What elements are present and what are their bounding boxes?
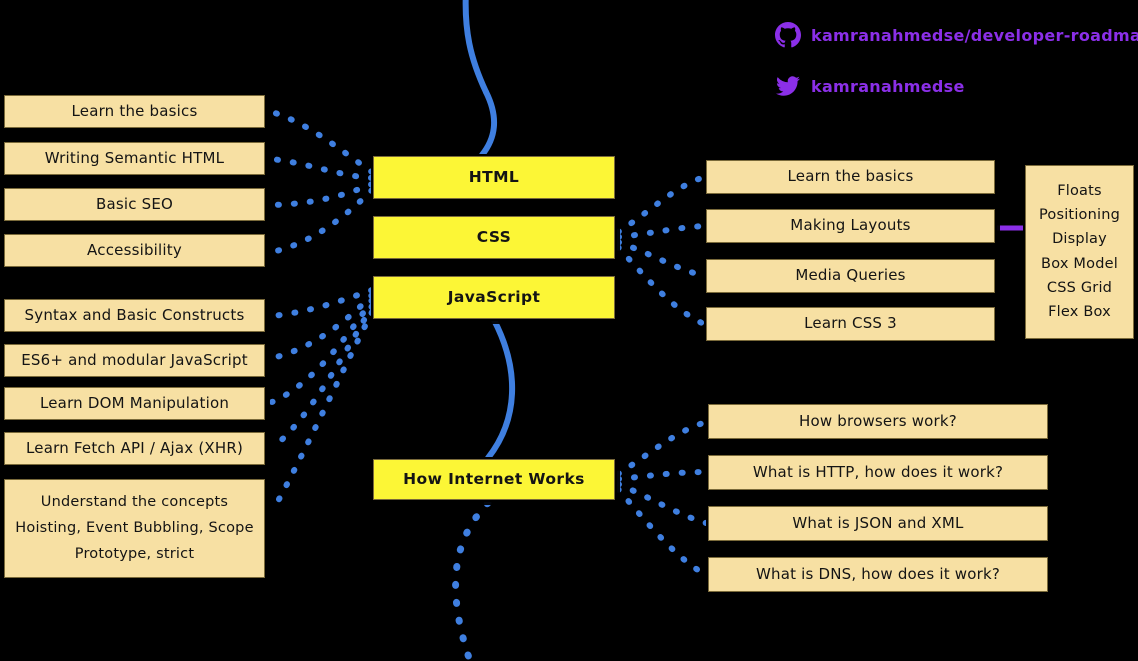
node-label: Learn Fetch API / Ajax (XHR) [26,438,243,457]
node-spine-javascript[interactable]: JavaScript [371,274,617,321]
connectors-html [269,109,375,255]
node-label: Media Queries [795,266,906,285]
node-label: Basic SEO [95,194,174,213]
node-spine-internet[interactable]: How Internet Works [371,457,617,502]
connectors-internet [615,419,709,578]
node-label: JavaScript [447,288,541,307]
spine-curve-top [462,0,489,95]
node-label: How Internet Works [403,470,585,489]
node-css-topic-1[interactable]: Making Layouts [704,207,997,245]
node-html-topic-1[interactable]: Writing Semantic HTML [2,140,267,177]
node-label: Making Layouts [790,216,911,235]
node-label: ES6+ and modular JavaScript [21,350,248,369]
node-label: Learn the basics [787,167,914,186]
spine-curve-html [479,89,498,158]
node-javascript-topic-1[interactable]: ES6+ and modular JavaScript [2,342,267,379]
node-label: Learn DOM Manipulation [39,393,230,412]
layout-topic-2: Display [1052,231,1107,248]
node-css-topic-3[interactable]: Learn CSS 3 [704,305,997,343]
node-label: How browsers work? [799,411,957,430]
twitter-handle: kamranahmedse [811,76,965,96]
node-html-topic-0[interactable]: Learn the basics [2,93,267,130]
layout-topic-5: Flex Box [1048,303,1111,320]
spine-curve-js-internet [485,317,516,461]
node-label: Learn CSS 3 [804,314,897,333]
node-label: CSS [476,228,512,247]
roadmap-canvas: kamranahmedse/developer-roadmap kamranah… [0,0,1138,661]
node-javascript-topic-3[interactable]: Learn Fetch API / Ajax (XHR) [2,430,267,467]
node-javascript-topic-2[interactable]: Learn DOM Manipulation [2,385,267,422]
github-link[interactable]: kamranahmedse/developer-roadmap [775,22,1138,48]
github-icon [775,22,801,48]
node-html-topic-3[interactable]: Accessibility [2,232,267,269]
concept-line-0: Understand the concepts [40,493,229,510]
twitter-icon [775,74,801,98]
node-spine-css[interactable]: CSS [371,214,617,261]
layout-topic-1: Positioning [1038,207,1121,224]
concept-line-2: Prototype, strict [74,546,195,562]
node-css-topic-0[interactable]: Learn the basics [704,158,997,196]
node-css-topic-2[interactable]: Media Queries [704,257,997,295]
layout-topic-4: CSS Grid [1046,279,1113,296]
node-internet-topic-2[interactable]: What is JSON and XML [706,504,1050,543]
node-label: What is HTTP, how does it work? [752,462,1004,481]
layout-topic-3: Box Model [1041,255,1118,272]
concept-line-1: Hoisting, Event Bubbling, Scope [15,519,254,536]
node-label: What is DNS, how does it work? [755,564,1001,583]
github-handle: kamranahmedse/developer-roadmap [811,25,1138,45]
node-label: What is JSON and XML [792,513,964,532]
layout-topic-0: Floats [1057,183,1102,200]
node-internet-topic-1[interactable]: What is HTTP, how does it work? [706,453,1050,492]
node-spine-html[interactable]: HTML [371,154,617,201]
node-internet-topic-3[interactable]: What is DNS, how does it work? [706,555,1050,594]
node-javascript-concepts[interactable]: Understand the concepts Hoisting, Event … [2,477,267,580]
node-label: Learn the basics [71,101,198,120]
node-label: Syntax and Basic Constructs [24,305,245,324]
spine-curve-tail [452,499,492,661]
node-label: HTML [468,168,520,187]
node-css-layout-topics[interactable]: Floats Positioning Display Box Model CSS… [1023,163,1136,341]
connectors-javascript [269,287,375,515]
node-label: Accessibility [87,240,182,259]
connectors-css [615,174,707,327]
node-html-topic-2[interactable]: Basic SEO [2,186,267,223]
node-internet-topic-0[interactable]: How browsers work? [706,402,1050,441]
node-label: Writing Semantic HTML [44,148,225,167]
node-javascript-topic-0[interactable]: Syntax and Basic Constructs [2,297,267,334]
twitter-link[interactable]: kamranahmedse [775,74,965,98]
